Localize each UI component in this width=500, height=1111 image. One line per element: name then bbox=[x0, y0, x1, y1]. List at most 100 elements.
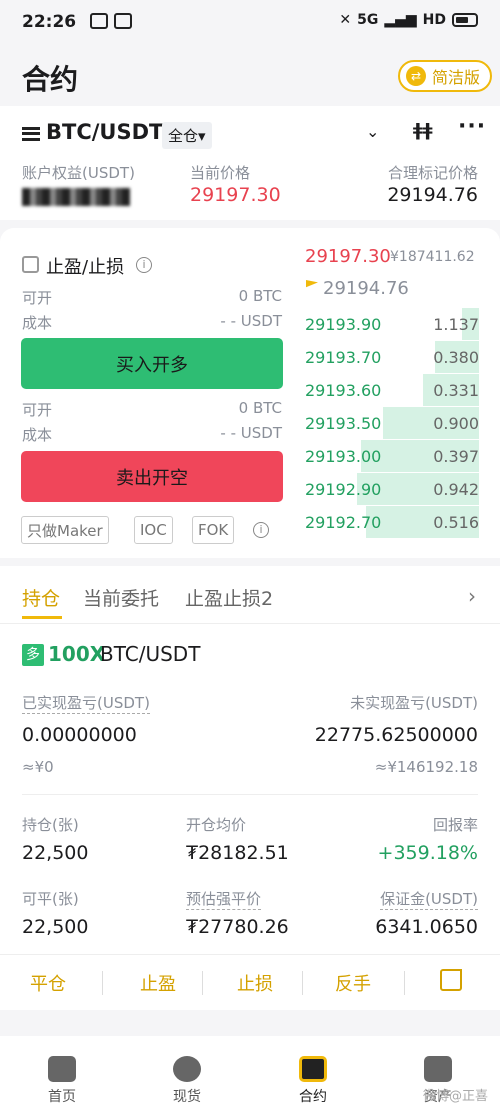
long-badge: 多 bbox=[22, 644, 44, 666]
flag-icon bbox=[306, 280, 318, 288]
share-icon[interactable] bbox=[440, 969, 462, 991]
tab-positions[interactable]: 持仓 bbox=[22, 584, 60, 611]
simple-mode-button[interactable]: ⇄ 简洁版 bbox=[397, 60, 492, 92]
book-row-qty: 0.397 bbox=[433, 447, 479, 466]
chevron-right-icon[interactable]: › bbox=[468, 584, 476, 608]
coins-icon bbox=[173, 1056, 201, 1082]
book-row-price: 29193.60 bbox=[305, 381, 382, 400]
tpsl-label: 止盈/止损 bbox=[46, 257, 125, 278]
nav-contract-label: 合约 bbox=[299, 1089, 327, 1105]
sell-short-button[interactable]: 卖出开空 bbox=[21, 451, 283, 502]
sell-open-value: 0 BTC bbox=[238, 399, 282, 417]
candlestick-icon[interactable]: ǂǂ bbox=[413, 120, 433, 141]
nav-home[interactable]: 首页 bbox=[22, 1056, 102, 1106]
status-bar: 22:26 ✕ 5G ▂▄▆ HD bbox=[0, 0, 500, 44]
book-last-price: 29197.30 bbox=[305, 246, 391, 267]
book-row[interactable]: 29192.70 0.516 bbox=[305, 506, 479, 538]
buy-cost-value: - - USDT bbox=[220, 312, 282, 330]
buy-cost-label: 成本 bbox=[22, 314, 53, 332]
book-mark-price: 29194.76 bbox=[323, 278, 409, 299]
book-row-price: 29193.50 bbox=[305, 414, 382, 433]
position-actions: 平仓 止盈 止损 反手 bbox=[0, 954, 500, 1010]
avg-price-value: ₮28182.51 bbox=[186, 842, 289, 864]
realized-value: 0.00000000 bbox=[22, 724, 137, 746]
unrealized-value: 22775.62500000 bbox=[314, 724, 478, 746]
network-label: 5G bbox=[357, 12, 379, 28]
ioc-chip[interactable]: IOC bbox=[134, 516, 173, 544]
tpsl-checkbox[interactable] bbox=[22, 256, 39, 273]
header: 合约 ⇄ 简洁版 bbox=[0, 44, 500, 106]
hold-value: 22,500 bbox=[22, 842, 89, 864]
more-icon[interactable]: ··· bbox=[458, 114, 486, 139]
book-row[interactable]: 29193.00 0.397 bbox=[305, 440, 479, 472]
position-card: 多 100X BTC/USDT 已实现盈亏(USDT) 0.00000000 ≈… bbox=[0, 624, 500, 954]
chips-info-icon[interactable]: i bbox=[253, 522, 269, 538]
closable-label: 可平(张) bbox=[22, 890, 79, 908]
book-row[interactable]: 29193.70 0.380 bbox=[305, 341, 479, 373]
double-chevron-down-icon[interactable]: ⌄ bbox=[366, 122, 379, 141]
avg-price-label: 开仓均价 bbox=[186, 816, 247, 834]
buy-open-label: 可开 bbox=[22, 289, 53, 307]
book-row-price: 29193.90 bbox=[305, 315, 382, 334]
nav-spot[interactable]: 现货 bbox=[147, 1056, 227, 1106]
separator bbox=[302, 971, 303, 995]
pair-selector[interactable]: BTC/USDT bbox=[46, 120, 163, 144]
book-row[interactable]: 29193.50 0.900 bbox=[305, 407, 479, 439]
realized-cny: ≈¥0 bbox=[22, 758, 54, 776]
info-icon[interactable]: i bbox=[136, 257, 152, 273]
mute-icon: ✕ bbox=[339, 12, 352, 28]
unrealized-label: 未实现盈亏(USDT) bbox=[350, 694, 478, 712]
unrealized-cny: ≈¥146192.18 bbox=[374, 758, 478, 776]
book-row-price: 29192.90 bbox=[305, 480, 382, 499]
signal-icon: ▂▄▆ bbox=[384, 12, 417, 28]
book-row-qty: 0.900 bbox=[433, 414, 479, 433]
mark-price-label: 合理标记价格 bbox=[387, 164, 478, 182]
swap-icon: ⇄ bbox=[405, 66, 426, 86]
take-profit-button[interactable]: 止盈 bbox=[140, 970, 176, 996]
status-time: 22:26 bbox=[22, 12, 77, 32]
buy-long-button[interactable]: 买入开多 bbox=[21, 338, 283, 389]
tab-tpsl[interactable]: 止盈止损2 bbox=[185, 584, 273, 611]
book-row-qty: 0.516 bbox=[433, 513, 479, 532]
margin-label[interactable]: 保证金(USDT) bbox=[380, 888, 478, 910]
separator bbox=[404, 971, 405, 995]
equity-label: 账户权益(USDT) bbox=[22, 164, 135, 182]
roe-value: +359.18% bbox=[377, 842, 478, 864]
separator bbox=[202, 971, 203, 995]
book-row-qty: 0.942 bbox=[433, 480, 479, 499]
position-tabs: 持仓 当前委托 止盈止损2 › bbox=[0, 566, 500, 624]
buy-open-value: 0 BTC bbox=[238, 287, 282, 305]
book-row[interactable]: 29193.90 1.137 bbox=[305, 308, 479, 340]
menu-icon[interactable] bbox=[22, 127, 40, 141]
realized-label[interactable]: 已实现盈亏(USDT) bbox=[22, 692, 150, 714]
mark-price-value: 29194.76 bbox=[387, 184, 478, 206]
leverage: 100X bbox=[48, 642, 106, 666]
close-position-button[interactable]: 平仓 bbox=[30, 970, 66, 996]
nav-home-label: 首页 bbox=[48, 1089, 76, 1105]
nav-contract[interactable]: 合约 bbox=[273, 1056, 353, 1106]
divider bbox=[22, 794, 478, 795]
position-pair: BTC/USDT bbox=[100, 642, 201, 666]
book-row-price: 29193.70 bbox=[305, 348, 382, 367]
book-row-price: 29192.70 bbox=[305, 513, 382, 532]
liq-price-label[interactable]: 预估强平价 bbox=[186, 888, 262, 910]
sell-open-label: 可开 bbox=[22, 401, 53, 419]
sell-cost-label: 成本 bbox=[22, 426, 53, 444]
message-icon bbox=[114, 13, 132, 29]
account-summary: 账户权益(USDT) 当前价格 29197.30 合理标记价格 29194.76 bbox=[0, 160, 500, 220]
contract-icon bbox=[299, 1056, 327, 1082]
status-right: ✕ 5G ▂▄▆ HD bbox=[339, 12, 478, 28]
margin-mode-select[interactable]: 全仓▾ bbox=[162, 122, 212, 149]
price-value: 29197.30 bbox=[190, 184, 281, 206]
reverse-button[interactable]: 反手 bbox=[335, 970, 371, 996]
stop-loss-button[interactable]: 止损 bbox=[237, 970, 273, 996]
book-row[interactable]: 29192.90 0.942 bbox=[305, 473, 479, 505]
roe-label: 回报率 bbox=[432, 816, 478, 834]
book-row[interactable]: 29193.60 0.331 bbox=[305, 374, 479, 406]
simple-mode-label: 简洁版 bbox=[431, 68, 480, 87]
tab-open-orders[interactable]: 当前委托 bbox=[83, 584, 159, 611]
sell-cost-value: - - USDT bbox=[220, 424, 282, 442]
maker-only-chip[interactable]: 只做Maker bbox=[21, 516, 109, 544]
battery-icon bbox=[452, 13, 478, 27]
fok-chip[interactable]: FOK bbox=[192, 516, 235, 544]
